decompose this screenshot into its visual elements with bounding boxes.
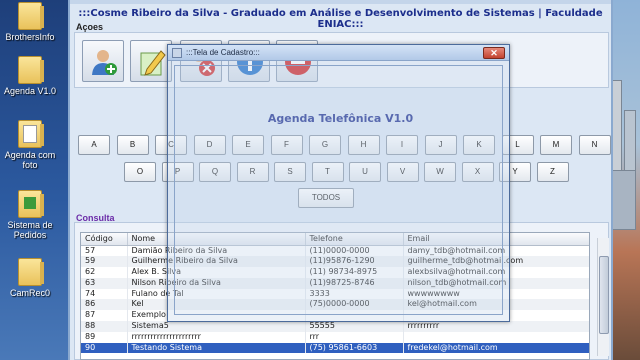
app-window-icon — [172, 48, 182, 58]
letter-key-m[interactable]: M — [540, 135, 572, 155]
desktop-icon-label: CamRec0 — [9, 288, 50, 298]
cell-codigo: 90 — [81, 342, 128, 354]
cell-codigo: 63 — [81, 277, 128, 289]
letter-key-n[interactable]: N — [578, 135, 611, 155]
letter-key-z[interactable]: Z — [536, 162, 569, 182]
cell-nome: rrrrrrrrrrrrrrrrrrrrrr — [127, 331, 306, 343]
cell-nome: Sistema5 — [127, 321, 306, 332]
folder-icon — [18, 120, 44, 148]
cell-nome: Testando Sistema — [127, 342, 306, 354]
table-row[interactable]: 90 Testando Sistema (75) 95861-6603 fredeke… — [81, 342, 589, 354]
folder-icon — [18, 2, 44, 30]
folder-icon — [18, 190, 44, 218]
folder-icon — [18, 258, 44, 286]
cell-telefone: (75) 95861-6603 — [305, 342, 404, 354]
cell-email: rrrrrrrrrr — [403, 321, 589, 332]
actions-section-label: Açoes — [76, 22, 104, 32]
desktop-icon-agenda-foto[interactable]: Agenda com foto — [2, 120, 58, 170]
desktop-icon-brothersinfo[interactable]: BrothersInfo — [2, 2, 58, 42]
cell-codigo: 86 — [81, 299, 128, 311]
table-row[interactable]: 89 rrrrrrrrrrrrrrrrrrrrrr rrr — [81, 331, 589, 343]
dialog-body — [174, 65, 503, 315]
cell-codigo: 74 — [81, 288, 128, 300]
dialog-title: :::Tela de Cadastro::: — [186, 48, 260, 57]
folder-icon — [18, 56, 44, 84]
letter-key-b[interactable]: B — [116, 135, 149, 155]
edit-contact-button[interactable] — [130, 40, 172, 82]
desktop-icon-camrec[interactable]: CamRec0 — [2, 258, 58, 298]
cell-codigo: 59 — [81, 256, 128, 268]
cell-email: fredekel@hotmail.com — [403, 342, 589, 354]
col-header-codigo[interactable]: Código — [81, 233, 128, 246]
dialog-titlebar[interactable]: :::Tela de Cadastro::: ✕ — [168, 45, 509, 61]
cell-codigo: 89 — [81, 331, 128, 343]
scrollbar-thumb[interactable] — [599, 256, 609, 334]
close-button[interactable]: ✕ — [483, 47, 505, 59]
cell-telefone: rrr — [305, 331, 404, 343]
letter-key-o[interactable]: O — [124, 162, 156, 182]
edit-note-icon — [140, 50, 166, 76]
desktop-icon-agenda[interactable]: Agenda V1.0 — [2, 56, 58, 96]
cell-codigo: 88 — [81, 321, 128, 332]
desktop-icon-pedidos[interactable]: Sistema de Pedidos — [2, 190, 58, 240]
cell-codigo: 62 — [81, 267, 128, 278]
desktop-icon-label: Sistema de Pedidos — [7, 220, 53, 240]
cell-codigo: 57 — [81, 245, 128, 257]
desktop-icon-label: Agenda V1.0 — [3, 86, 57, 96]
cell-email — [403, 331, 589, 343]
add-contact-button[interactable] — [82, 40, 124, 82]
add-user-icon — [92, 50, 117, 75]
desktop-icon-label: Agenda com foto — [4, 150, 56, 170]
desktop-icon-label: BrothersInfo — [5, 32, 55, 42]
table-scrollbar[interactable] — [597, 238, 609, 356]
cell-codigo: 87 — [81, 310, 128, 322]
cadastro-dialog: :::Tela de Cadastro::: ✕ — [167, 44, 510, 322]
cell-telefone: 55555 — [305, 321, 404, 332]
letter-key-a[interactable]: A — [78, 135, 110, 155]
window-title-strip — [70, 0, 611, 4]
banner-text: :::Cosme Ribeiro da Silva - Graduado em … — [78, 8, 603, 30]
table-row[interactable]: 88 Sistema5 55555 rrrrrrrrrr — [81, 321, 589, 332]
